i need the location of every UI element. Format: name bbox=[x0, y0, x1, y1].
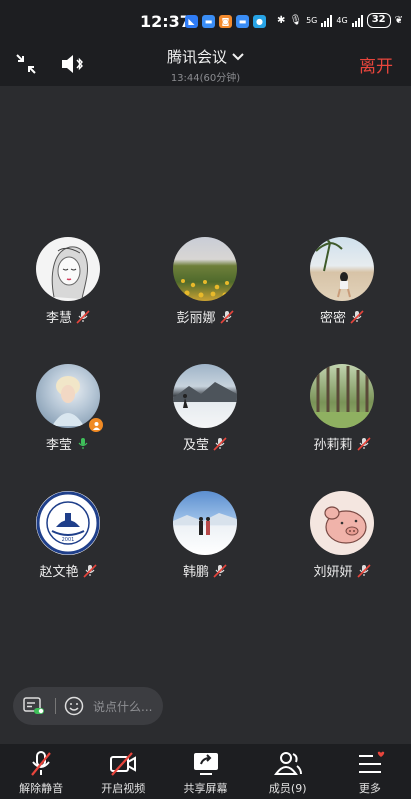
status-indicators: ✱ 🎙︎ 5G 4G 32 ❦ bbox=[277, 13, 403, 28]
participant-name: 彭丽娜 bbox=[176, 311, 216, 326]
participant-tile[interactable]: 密密 bbox=[282, 237, 402, 326]
host-badge-icon bbox=[89, 418, 103, 432]
unmute-button[interactable]: 解除静音 bbox=[0, 744, 82, 799]
emoji-icon[interactable] bbox=[64, 696, 84, 716]
mic-muted-icon bbox=[213, 563, 227, 578]
participant-tile[interactable]: 刘妍妍 bbox=[282, 491, 402, 580]
members-button[interactable]: 成员(9) bbox=[247, 744, 329, 799]
start-video-button[interactable]: 开启视频 bbox=[82, 744, 164, 799]
participant-name: 及莹 bbox=[182, 438, 209, 453]
chat-input-bar[interactable]: 说点什么... bbox=[13, 687, 163, 725]
mic-muted-icon bbox=[219, 309, 234, 324]
participant-tile[interactable]: 及莹 bbox=[145, 364, 265, 453]
mic-on-icon bbox=[78, 437, 88, 449]
mic-muted-icon bbox=[356, 563, 371, 578]
avatar bbox=[36, 237, 100, 301]
meeting-duration: 13:44(60分钟) bbox=[170, 73, 241, 84]
participant-name: 赵文艳 bbox=[39, 565, 79, 580]
avatar bbox=[173, 237, 237, 301]
mic-muted-icon bbox=[213, 436, 227, 451]
notification-icons: ◣ ▬ ◙ ▬ ● bbox=[185, 15, 266, 28]
meeting-title-block[interactable]: 腾讯会议 13:44(60分钟) bbox=[0, 46, 411, 84]
status-bar: 12:37 ◣ ▬ ◙ ▬ ● ✱ 🎙︎ 5G 4G 32 ❦ bbox=[0, 0, 411, 42]
members-label: 成员(9) bbox=[268, 782, 307, 795]
participant-tile[interactable]: 李慧 bbox=[8, 237, 128, 326]
school-logo-icon: 2001 bbox=[36, 491, 100, 555]
bottom-toolbar: 解除静音 开启视频 共享屏幕 成员(9) 更多 bbox=[0, 744, 411, 799]
avatar bbox=[310, 491, 374, 555]
avatar bbox=[173, 364, 237, 428]
participant-name: 孙莉莉 bbox=[313, 438, 353, 453]
bluetooth-icon: ✱ bbox=[277, 15, 286, 26]
app-notification-icon: ● bbox=[253, 15, 266, 28]
leaf-icon: ❦ bbox=[394, 15, 403, 26]
app-notification-icon: ◙ bbox=[219, 15, 232, 28]
avatar bbox=[173, 491, 237, 555]
camera-off-icon bbox=[110, 752, 137, 776]
subtitle-toggle-icon[interactable] bbox=[23, 697, 45, 715]
leave-button[interactable]: 离开 bbox=[359, 52, 393, 77]
signal-icon bbox=[321, 14, 333, 27]
participant-tile[interactable]: 孙莉莉 bbox=[282, 364, 402, 453]
participant-name: 密密 bbox=[319, 311, 346, 326]
more-label: 更多 bbox=[358, 782, 381, 795]
mic-muted-icon bbox=[350, 309, 364, 324]
svg-text:2001: 2001 bbox=[62, 537, 75, 543]
participant-tile[interactable]: 彭丽娜 bbox=[145, 237, 265, 326]
share-screen-label: 共享屏幕 bbox=[183, 782, 228, 795]
avatar bbox=[310, 364, 374, 428]
unmute-label: 解除静音 bbox=[19, 782, 64, 795]
mic-muted-icon bbox=[356, 436, 371, 451]
participant-name: 李慧 bbox=[45, 311, 72, 326]
mic-muted-icon bbox=[76, 309, 90, 324]
meeting-title: 腾讯会议 bbox=[166, 48, 227, 66]
mic-muted-icon bbox=[31, 751, 51, 776]
more-button[interactable]: 更多 bbox=[329, 744, 411, 799]
more-menu-icon bbox=[358, 751, 385, 773]
mic-muted-icon bbox=[82, 563, 97, 578]
app-notification-icon: ◣ bbox=[185, 15, 198, 28]
participant-name: 刘妍妍 bbox=[313, 565, 353, 580]
avatar bbox=[310, 237, 374, 301]
share-screen-button[interactable]: 共享屏幕 bbox=[164, 744, 246, 799]
signal-icon bbox=[351, 14, 363, 27]
app-notification-icon: ▬ bbox=[202, 15, 215, 28]
mic-status-icon: 🎙︎ bbox=[289, 15, 303, 26]
participant-tile[interactable]: 韩鹏 bbox=[145, 491, 265, 580]
chat-placeholder[interactable]: 说点什么... bbox=[93, 698, 152, 715]
participant-name: 韩鹏 bbox=[182, 565, 209, 580]
share-screen-icon bbox=[193, 753, 218, 775]
app-notification-icon: ▬ bbox=[236, 15, 249, 28]
divider bbox=[55, 698, 56, 714]
chevron-down-icon bbox=[232, 52, 244, 60]
participant-name: 李莹 bbox=[45, 438, 72, 453]
signal-4g-label: 4G bbox=[336, 16, 348, 25]
signal-5g-label: 5G bbox=[306, 16, 318, 25]
participant-tile[interactable]: 2001 赵文艳 bbox=[8, 491, 128, 580]
status-time: 12:37 bbox=[140, 12, 191, 31]
participant-tile[interactable]: 李莹 bbox=[8, 364, 128, 453]
meeting-header: 腾讯会议 13:44(60分钟) 离开 bbox=[0, 42, 411, 86]
start-video-label: 开启视频 bbox=[101, 782, 146, 795]
avatar: 2001 bbox=[36, 491, 100, 555]
battery-indicator: 32 bbox=[366, 13, 391, 28]
avatar bbox=[36, 364, 100, 428]
members-icon bbox=[273, 752, 302, 775]
